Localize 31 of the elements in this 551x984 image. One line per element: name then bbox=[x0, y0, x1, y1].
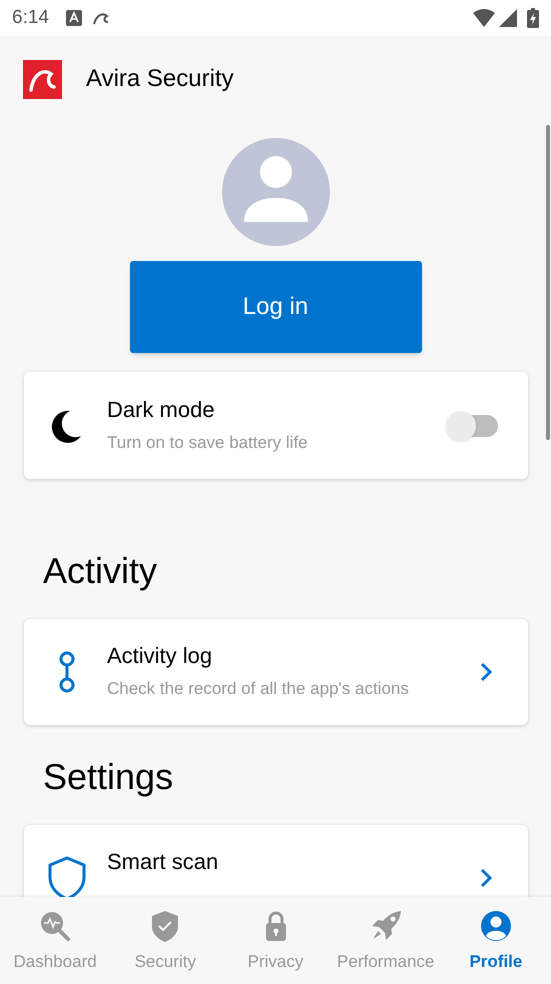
nav-tab[interactable]: Performance bbox=[330, 897, 441, 984]
nav-tab[interactable]: Privacy bbox=[220, 897, 331, 984]
app-title: Avira Security bbox=[86, 64, 234, 94]
dark-mode-subtitle: Turn on to save battery life bbox=[107, 432, 309, 454]
scrollbar[interactable] bbox=[546, 125, 550, 440]
profile-icon bbox=[478, 909, 513, 943]
chevron-right-icon bbox=[480, 662, 492, 682]
dark-mode-switch[interactable] bbox=[446, 410, 498, 440]
card-title: Smart scan bbox=[107, 848, 220, 876]
card-subtitle: Check the record of all the app's actions bbox=[107, 678, 410, 700]
chevron-right-icon bbox=[480, 868, 492, 888]
battery-icon bbox=[527, 8, 539, 28]
settings-card[interactable]: Activity log Check the record of all the app's actions bbox=[24, 619, 528, 725]
activity-log-icon bbox=[57, 650, 77, 694]
magnifier-pulse-icon bbox=[38, 909, 72, 943]
wifi-icon bbox=[473, 9, 495, 27]
nav-tab[interactable]: Profile bbox=[440, 897, 551, 984]
umbrella-logo bbox=[23, 60, 62, 98]
keyboard-icon bbox=[66, 10, 82, 26]
status-time: 6:14 bbox=[12, 6, 49, 30]
card-title: Activity log bbox=[107, 642, 214, 670]
signal-icon bbox=[499, 9, 517, 27]
nav-tab[interactable]: Security bbox=[110, 897, 220, 984]
login-button[interactable]: Log in bbox=[130, 261, 422, 353]
settings-card[interactable]: Smart scan bbox=[24, 825, 528, 897]
nav-tab[interactable]: Dashboard bbox=[0, 897, 110, 984]
dark-mode-title: Dark mode bbox=[107, 396, 216, 424]
section-heading: Activity bbox=[42, 550, 158, 592]
section-heading: Settings bbox=[42, 756, 174, 798]
avatar-icon bbox=[222, 138, 330, 246]
shield-icon bbox=[47, 855, 87, 897]
